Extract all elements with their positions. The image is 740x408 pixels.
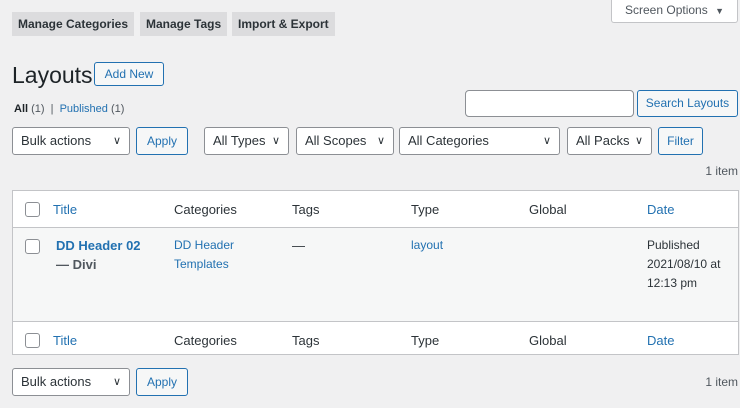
layouts-table: Title Categories Tags Type Global Date D… xyxy=(12,190,739,355)
row-tags: — xyxy=(292,238,305,253)
apply-button[interactable]: Apply xyxy=(136,127,188,155)
column-date[interactable]: Date xyxy=(647,200,674,219)
filter-button[interactable]: Filter xyxy=(658,127,703,155)
view-published-link[interactable]: Published xyxy=(60,103,108,115)
items-count-top: 1 item xyxy=(705,164,738,178)
scopes-select[interactable]: All Scopes ∨ xyxy=(296,127,394,155)
types-value: All Types xyxy=(213,133,266,148)
apply-button-bottom[interactable]: Apply xyxy=(136,368,188,396)
tab-manage-categories[interactable]: Manage Categories xyxy=(12,12,135,36)
view-all-label[interactable]: All xyxy=(14,103,28,115)
column-title[interactable]: Title xyxy=(53,200,77,219)
categories-select[interactable]: All Categories ∨ xyxy=(399,127,560,155)
view-published-count: (1) xyxy=(110,103,125,115)
footer-column-tags: Tags xyxy=(292,333,320,348)
row-title-cell: DD Header 02 — Divi xyxy=(56,236,141,274)
row-date-time: 12:13 pm xyxy=(647,276,698,290)
chevron-down-icon: ∨ xyxy=(112,135,121,147)
bulk-actions-value-bottom: Bulk actions xyxy=(21,374,92,389)
row-title-link[interactable]: DD Header 02 xyxy=(56,236,141,255)
row-category-line1: DD Header xyxy=(174,238,235,252)
triangle-down-icon: ▼ xyxy=(715,6,724,16)
table-footer: Title Categories Tags Type Global Date xyxy=(13,321,738,358)
row-category-line2: Templates xyxy=(174,257,229,271)
add-new-button[interactable]: Add New xyxy=(94,62,164,86)
row-type-link[interactable]: layout xyxy=(411,236,443,255)
column-type: Type xyxy=(411,202,440,217)
screen-options-label: Screen Options xyxy=(625,3,708,17)
view-all-count: (1) xyxy=(31,103,45,115)
categories-value: All Categories xyxy=(408,133,489,148)
chevron-down-icon: ∨ xyxy=(112,376,121,388)
table-header: Title Categories Tags Type Global Date xyxy=(13,191,738,228)
search-input[interactable] xyxy=(465,90,634,117)
items-count-bottom: 1 item xyxy=(705,375,738,389)
chevron-down-icon: ∨ xyxy=(542,135,551,147)
page-title: Layouts xyxy=(12,62,93,88)
status-views: All (1) | Published (1) xyxy=(14,103,124,115)
types-select[interactable]: All Types ∨ xyxy=(204,127,289,155)
row-checkbox[interactable] xyxy=(25,239,40,254)
bulk-actions-value: Bulk actions xyxy=(21,133,92,148)
chevron-down-icon: ∨ xyxy=(271,135,280,147)
scopes-value: All Scopes xyxy=(305,133,367,148)
bulk-actions-select-bottom[interactable]: Bulk actions ∨ xyxy=(12,368,130,396)
footer-column-type: Type xyxy=(411,333,440,348)
chevron-down-icon: ∨ xyxy=(634,135,643,147)
row-date: Published 2021/08/10 at 12:13 pm xyxy=(647,236,720,293)
column-tags: Tags xyxy=(292,202,320,217)
select-all-checkbox[interactable] xyxy=(25,202,40,217)
screen-options-button[interactable]: Screen Options ▼ xyxy=(611,0,738,23)
tab-import-export[interactable]: Import & Export xyxy=(232,12,335,36)
chevron-down-icon: ∨ xyxy=(376,135,385,147)
select-all-checkbox-bottom[interactable] xyxy=(25,333,40,348)
view-separator: | xyxy=(50,103,54,115)
row-title-suffix: — Divi xyxy=(56,257,97,272)
footer-column-categories: Categories xyxy=(174,333,237,348)
row-date-date: 2021/08/10 at xyxy=(647,257,721,271)
row-date-status: Published xyxy=(647,238,700,252)
bulk-actions-select[interactable]: Bulk actions ∨ xyxy=(12,127,130,155)
table-row: DD Header 02 — Divi DD Header Templates … xyxy=(13,228,738,321)
column-global: Global xyxy=(529,202,567,217)
footer-column-global: Global xyxy=(529,333,567,348)
row-category-link[interactable]: DD Header Templates xyxy=(174,236,234,274)
column-categories: Categories xyxy=(174,202,237,217)
packs-value: All Packs xyxy=(576,133,630,148)
search-layouts-button[interactable]: Search Layouts xyxy=(637,90,738,117)
footer-column-title[interactable]: Title xyxy=(53,331,77,350)
tab-manage-tags[interactable]: Manage Tags xyxy=(140,12,228,36)
packs-select[interactable]: All Packs ∨ xyxy=(567,127,652,155)
footer-column-date[interactable]: Date xyxy=(647,331,674,350)
